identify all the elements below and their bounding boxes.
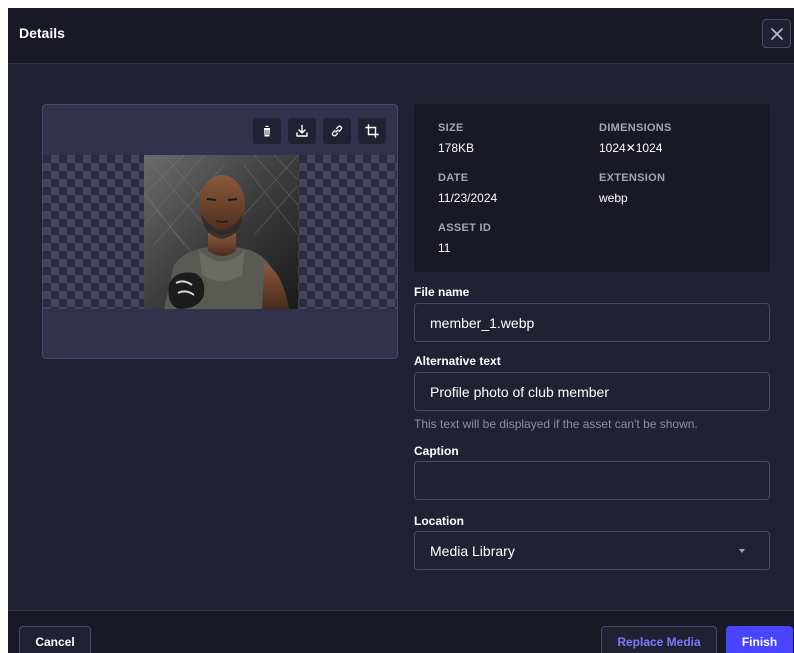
cancel-button[interactable]: Cancel xyxy=(19,626,91,653)
date-value: 11/23/2024 xyxy=(438,191,498,205)
modal-header: Details xyxy=(8,8,794,64)
download-icon xyxy=(296,124,308,137)
date-label: DATE xyxy=(438,172,469,184)
delete-button[interactable] xyxy=(252,117,282,145)
link-icon xyxy=(331,125,343,137)
meta-size: SIZE 178KB xyxy=(438,122,474,155)
dimensions-label: DIMENSIONS xyxy=(599,122,672,134)
location-select[interactable]: Media Library xyxy=(414,531,770,570)
location-selected-value: Media Library xyxy=(430,542,515,559)
trash-icon xyxy=(263,125,271,137)
replace-media-button[interactable]: Replace Media xyxy=(601,626,717,653)
location-label: Location xyxy=(414,514,464,528)
finish-button[interactable]: Finish xyxy=(726,626,793,653)
alt-text-label: Alternative text xyxy=(414,354,501,368)
close-button[interactable] xyxy=(762,19,791,48)
meta-asset-id: ASSET ID 11 xyxy=(438,222,491,255)
asset-metadata: SIZE 178KB DIMENSIONS 1024✕1024 DATE 11/… xyxy=(414,104,770,272)
asset-preview xyxy=(42,104,398,359)
size-value: 178KB xyxy=(438,141,475,155)
dimensions-value: 1024✕1024 xyxy=(599,141,663,155)
preview-toolbar xyxy=(252,117,387,145)
transparency-background xyxy=(43,155,397,309)
close-icon xyxy=(770,27,783,40)
asset-image xyxy=(144,155,298,309)
caption-label: Caption xyxy=(414,444,459,458)
file-name-label: File name xyxy=(414,285,470,299)
meta-date: DATE 11/23/2024 xyxy=(438,172,497,205)
asset-id-value: 11 xyxy=(438,241,451,255)
file-name-input[interactable]: member_1.webp xyxy=(414,303,770,342)
copy-link-button[interactable] xyxy=(322,117,352,145)
asset-details-modal: Details SIZE 178KB DIMENSIONS 1024✕1024 … xyxy=(8,8,794,653)
alt-text-input[interactable]: Profile photo of club member xyxy=(414,372,770,411)
download-button[interactable] xyxy=(287,117,317,145)
caption-input[interactable] xyxy=(414,461,770,500)
crop-icon xyxy=(365,124,379,138)
extension-value: webp xyxy=(599,191,628,205)
meta-dimensions: DIMENSIONS 1024✕1024 xyxy=(599,122,672,155)
modal-title: Details xyxy=(19,25,65,41)
alt-text-hint: This text will be displayed if the asset… xyxy=(414,417,698,431)
extension-label: EXTENSION xyxy=(599,172,666,184)
modal-footer: Cancel Replace Media Finish xyxy=(8,610,794,653)
caret-down-icon xyxy=(739,549,745,553)
meta-extension: EXTENSION webp xyxy=(599,172,665,205)
asset-id-label: ASSET ID xyxy=(438,222,492,234)
crop-button[interactable] xyxy=(357,117,387,145)
size-label: SIZE xyxy=(438,122,464,134)
